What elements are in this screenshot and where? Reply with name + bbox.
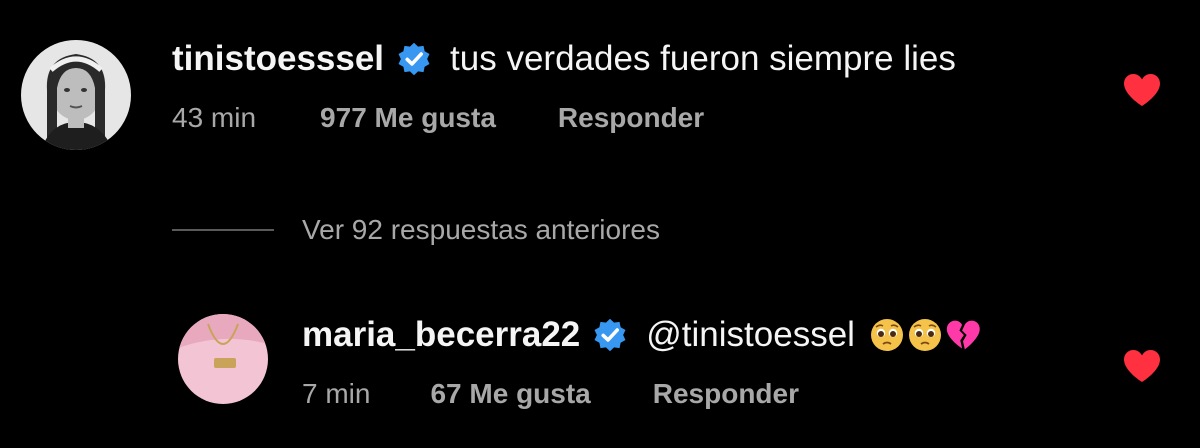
reply-button[interactable]: Responder (558, 102, 704, 134)
verified-badge-icon (592, 317, 628, 353)
avatar[interactable] (21, 40, 131, 150)
username[interactable]: tinistoesssel (172, 39, 384, 79)
divider (172, 229, 274, 231)
likes-count[interactable]: 977 Me gusta (320, 102, 496, 134)
timestamp: 43 min (172, 102, 257, 133)
username[interactable]: maria_becerra22 (302, 315, 580, 355)
comment-meta: 7 min 67 Me gusta Responder (302, 374, 799, 414)
emoji-group (869, 317, 983, 353)
verified-badge-icon (396, 41, 432, 77)
pleading-face-icon (908, 319, 941, 351)
comment: tinistoesssel tus verdades fueron siempr… (0, 0, 1200, 180)
timestamp: 7 min (302, 378, 371, 409)
comment-text: tus verdades fueron siempre lies (450, 39, 956, 78)
pleading-face-icon (870, 319, 903, 351)
broken-heart-icon (946, 320, 980, 350)
reply-button[interactable]: Responder (653, 378, 799, 410)
likes-count[interactable]: 67 Me gusta (430, 378, 590, 410)
avatar[interactable] (178, 314, 268, 404)
comment-line: tinistoesssel tus verdades fueron siempr… (172, 36, 956, 82)
heart-icon[interactable] (1122, 72, 1162, 108)
mention-link[interactable]: @tinistoessel (646, 315, 855, 355)
view-more-replies-button[interactable]: Ver 92 respuestas anteriores (172, 210, 660, 250)
view-more-replies-label[interactable]: Ver 92 respuestas anteriores (302, 214, 660, 246)
reply-comment: maria_becerra22 @tinistoessel 7 min 67 M… (0, 280, 1200, 448)
comment-meta: 43 min 977 Me gusta Responder (172, 98, 704, 138)
comment-line: maria_becerra22 @tinistoessel (302, 312, 983, 358)
heart-icon[interactable] (1122, 348, 1162, 384)
